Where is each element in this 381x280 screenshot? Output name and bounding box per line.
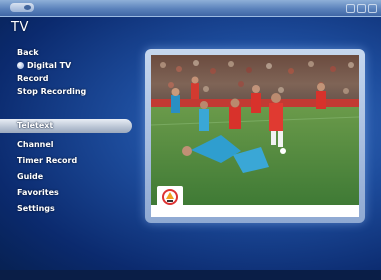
menu-item-record[interactable]: Record (0, 72, 132, 86)
minimize-icon[interactable] (346, 4, 355, 13)
menu-item-label: Back (17, 48, 39, 57)
menu-item-label: Timer Record (17, 156, 78, 165)
menu-item-label: Stop Recording (17, 87, 87, 96)
live-tv-preview (151, 55, 359, 205)
menu-item-label: Settings (17, 204, 55, 213)
channel-logo-icon (157, 186, 183, 208)
tv-preview-frame[interactable] (145, 49, 365, 223)
menu-item-label: Digital TV (27, 61, 72, 70)
tv-preview[interactable] (151, 55, 359, 217)
tv-app-window: TV Back Digital TV Record Stop Recording… (0, 0, 381, 280)
menu-item-label: Record (17, 74, 49, 83)
menu-item-digital-tv[interactable]: Digital TV (0, 59, 132, 73)
menu-item-stop-recording[interactable]: Stop Recording (0, 85, 132, 99)
menu-item-label: Channel (17, 140, 54, 149)
maximize-icon[interactable] (357, 4, 366, 13)
title-bar (0, 0, 381, 17)
menu-item-label: Guide (17, 172, 44, 181)
menu-item-favorites[interactable]: Favorites (0, 186, 132, 200)
back-arrow-icon[interactable] (10, 3, 34, 12)
menu-item-label: Teletext (17, 121, 54, 130)
menu-item-guide[interactable]: Guide (0, 170, 132, 184)
menu-item-teletext[interactable]: Teletext (0, 119, 132, 133)
section-title: TV (11, 20, 29, 35)
close-icon[interactable] (368, 4, 377, 13)
circle-icon (17, 62, 24, 69)
status-bar (0, 270, 381, 280)
menu-item-back[interactable]: Back (0, 46, 132, 60)
menu-item-timer-record[interactable]: Timer Record (0, 154, 132, 168)
menu-item-label: Favorites (17, 188, 59, 197)
menu-item-channel[interactable]: Channel (0, 138, 132, 152)
menu-item-settings[interactable]: Settings (0, 202, 132, 216)
